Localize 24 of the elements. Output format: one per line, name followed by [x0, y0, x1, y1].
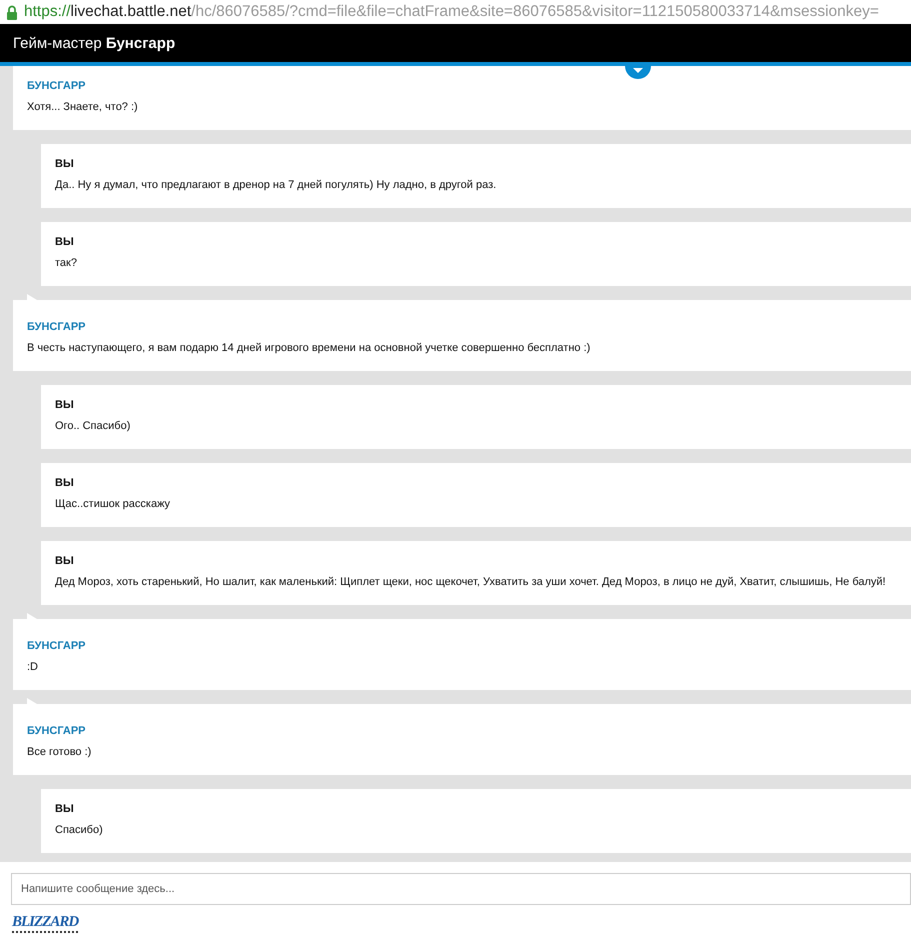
message-author: ВЫ [55, 235, 75, 250]
message-text: Все готово :) [27, 745, 92, 760]
message-text: так? [55, 256, 78, 271]
message-author: БУНСГАРР [27, 724, 87, 739]
message-author: БУНСГАРР [27, 639, 87, 654]
message-author: ВЫ [55, 398, 75, 413]
message-author: БУНСГАРР [27, 320, 87, 335]
message-text: Спасибо) [55, 823, 104, 838]
chat-title: Гейм-мастер Бунсгарр [13, 34, 176, 52]
message-text: Хотя... Знаете, что? :) [27, 100, 139, 115]
message-text: Ого.. Спасибо) [55, 419, 132, 434]
message-author: ВЫ [55, 554, 75, 569]
message-author: ВЫ [55, 476, 75, 491]
message-author: БУНСГАРР [27, 79, 87, 94]
message-input[interactable]: Напишите сообщение здесь... [11, 873, 911, 905]
logo: BLIZZARD [12, 913, 78, 933]
message-author: ВЫ [55, 157, 75, 172]
address-url[interactable]: https://livechat.battle.net/hc/86076585/?cmd=file&file=chatFrame&site=86076585&visitor=112150580033714&msessionkey= [24, 3, 879, 21]
message-author: ВЫ [55, 802, 75, 817]
message-text: Щас..стишок расскажу [55, 497, 172, 512]
message-text: В честь наступающего, я вам подарю 14 дней игрового времени на основной учетке совершенно бесплатно :) [27, 341, 592, 356]
message-text: Да.. Ну я думал, что предлагают в дренор на 7 дней погулять) Ну ладно, в другой раз. [55, 178, 498, 193]
message-text: Дед Мороз, хоть старенький, Но шалит, как маленький: Щиплет щеки, нос щекочет, Ухватить за уши хочет. Дед Мороз, в лицо не дуй, Хватит, слышишь, Не балуй! [55, 575, 887, 590]
message-text: :D [27, 660, 39, 675]
